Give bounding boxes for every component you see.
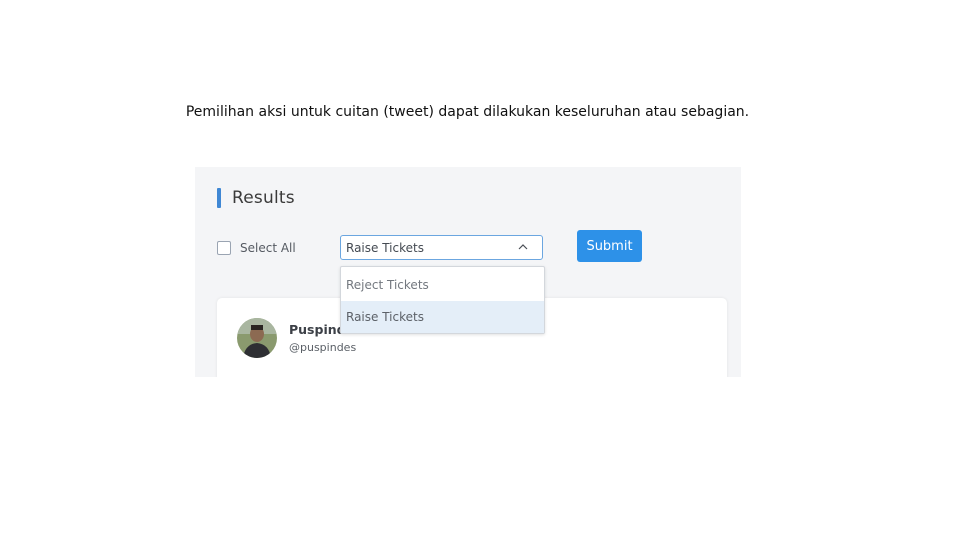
select-all-control[interactable]: Select All	[217, 241, 296, 255]
menu-item-reject-tickets[interactable]: Reject Tickets	[341, 269, 544, 301]
results-panel: Results Select All Raise Tickets Submit …	[195, 167, 741, 377]
action-dropdown-value: Raise Tickets	[346, 241, 424, 255]
action-dropdown[interactable]: Raise Tickets	[340, 235, 543, 260]
submit-button[interactable]: Submit	[577, 230, 642, 262]
action-dropdown-menu: Reject Tickets Raise Tickets	[340, 266, 545, 334]
user-handle: @puspindes	[289, 341, 357, 354]
select-all-checkbox[interactable]	[217, 241, 231, 255]
avatar	[237, 318, 277, 358]
chevron-up-icon[interactable]	[518, 242, 528, 252]
results-title: Results	[232, 188, 295, 208]
results-accent-bar	[217, 188, 221, 208]
select-all-label[interactable]: Select All	[240, 241, 296, 255]
slide-caption: Pemilihan aksi untuk cuitan (tweet) dapa…	[185, 104, 750, 120]
menu-item-raise-tickets[interactable]: Raise Tickets	[341, 301, 544, 333]
